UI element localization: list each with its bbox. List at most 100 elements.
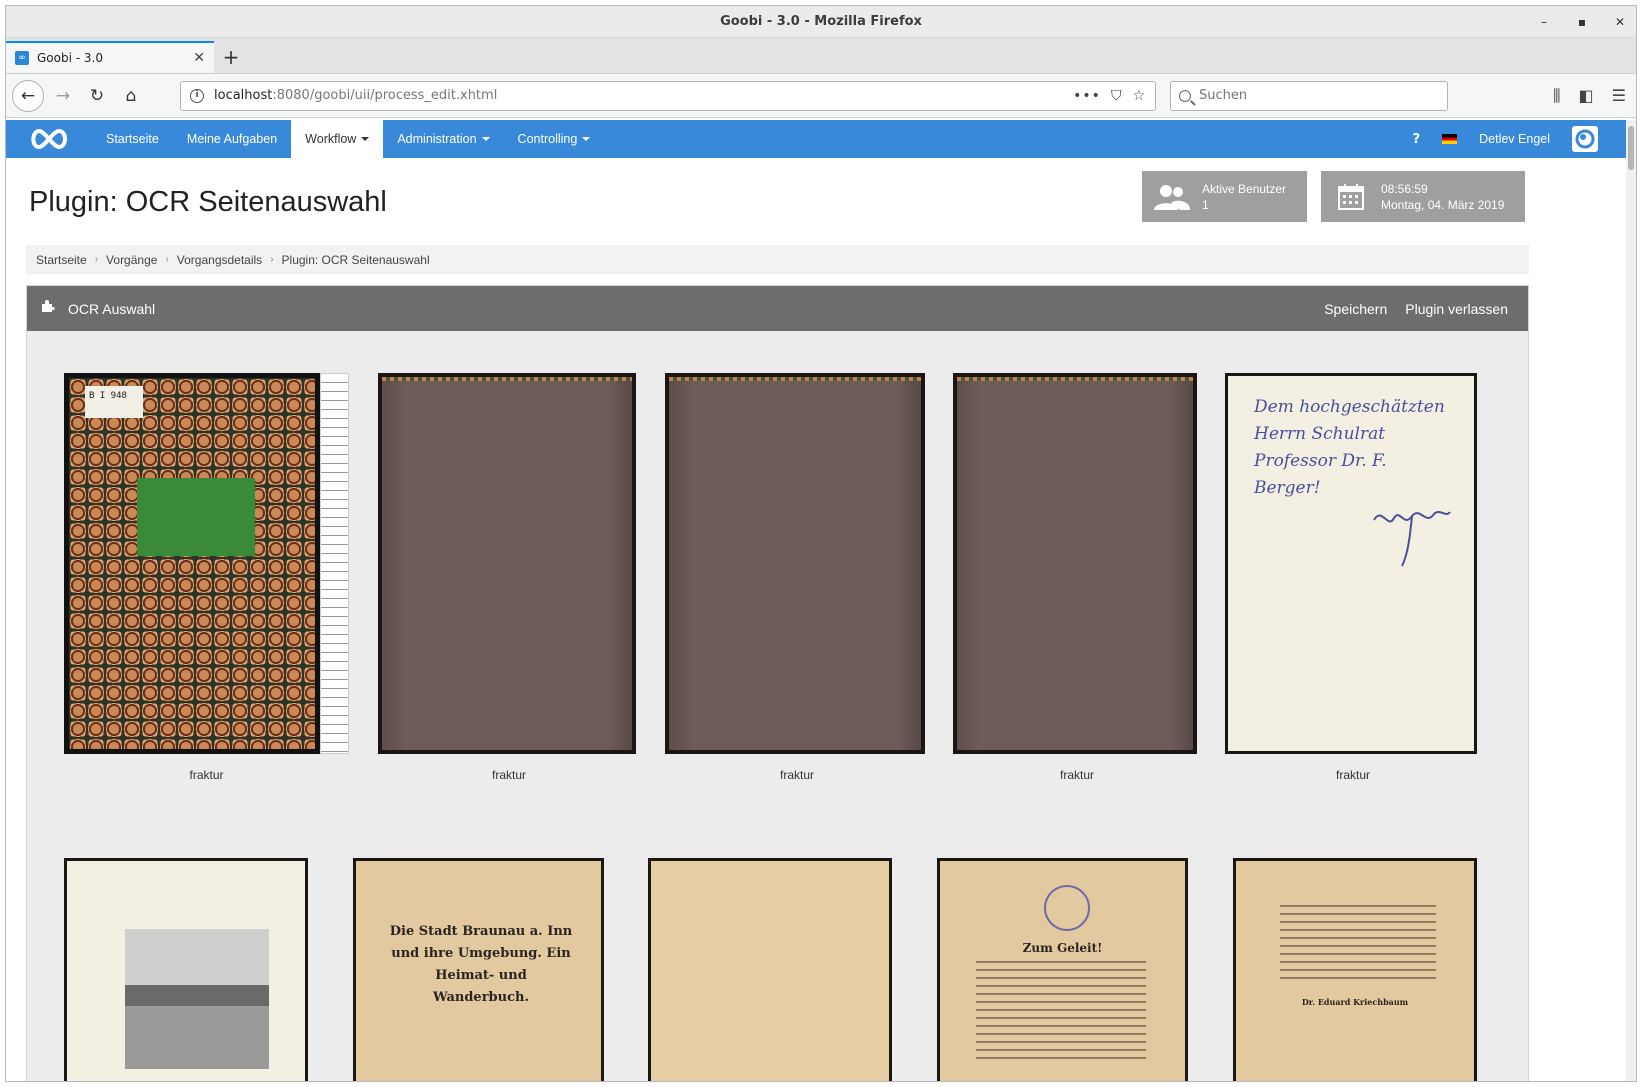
back-button[interactable]: ← <box>12 79 44 112</box>
foreword-heading: Zum Geleit! <box>1022 941 1103 955</box>
library-icon[interactable]: ⫼ <box>1553 86 1560 106</box>
page-thumbnail[interactable]: Dr. Eduard Kriechbaum <box>1233 858 1477 1081</box>
thumbnail-caption: fraktur <box>491 768 526 782</box>
handwritten-dedication: Dem hochgeschätzten Herrn Schulrat Profe… <box>1254 397 1445 498</box>
endpaper-image[interactable] <box>378 373 636 754</box>
stamp-icon <box>1044 885 1090 931</box>
window-titlebar: Goobi - 3.0 - Mozilla Firefox – ▪ ✕ <box>6 6 1636 38</box>
goobi-logo-icon[interactable] <box>6 128 92 150</box>
breadcrumb: Startseite › Vorgänge › Vorgangsdetails … <box>26 245 1529 274</box>
blank-page-image[interactable] <box>648 858 892 1081</box>
chevron-down-icon <box>361 137 370 141</box>
minimize-icon[interactable]: – <box>1538 15 1550 29</box>
breadcrumb-startseite[interactable]: Startseite <box>36 253 87 267</box>
endpaper-image[interactable] <box>665 373 925 754</box>
panel-header: OCR Auswahl Speichern Plugin verlassen <box>27 286 1528 331</box>
maximize-icon[interactable]: ▪ <box>1576 15 1588 29</box>
current-date: Montag, 04. März 2019 <box>1381 197 1505 212</box>
bookmark-star-icon[interactable]: ☆ <box>1132 88 1146 104</box>
breadcrumb-current: Plugin: OCR Seitenauswahl <box>281 252 430 267</box>
signature-image <box>1373 511 1451 567</box>
active-users-count: 1 <box>1202 197 1209 212</box>
date-time-widget: 08:56:59 Montag, 04. März 2019 <box>1321 171 1525 222</box>
url-bar[interactable]: i localhost:8080/goobi/uii/process_edit.… <box>180 80 1156 111</box>
author-signature-text: Dr. Eduard Kriechbaum <box>1301 997 1409 1007</box>
search-input[interactable] <box>1199 88 1419 103</box>
page-thumbnail[interactable]: fraktur <box>953 373 1197 788</box>
chevron-right-icon: › <box>165 254 169 265</box>
scrollbar-thumb[interactable] <box>1628 126 1634 170</box>
browser-tab[interactable]: ∞ Goobi - 3.0 ✕ <box>6 41 214 73</box>
page-thumbnail[interactable] <box>64 858 308 1081</box>
photo-page-image[interactable] <box>64 858 308 1081</box>
chevron-down-icon <box>481 137 490 141</box>
help-icon[interactable]: ? <box>1413 132 1421 147</box>
new-tab-button[interactable]: + <box>214 41 248 73</box>
web-page: Startseite Meine Aufgaben Workflow Admin… <box>6 120 1636 1081</box>
puzzle-icon <box>41 299 55 318</box>
current-time: 08:56:59 <box>1381 181 1428 196</box>
site-info-icon[interactable]: i <box>190 88 204 103</box>
page-title: Plugin: OCR Seitenauswahl <box>29 186 387 218</box>
top-navigation: Startseite Meine Aufgaben Workflow Admin… <box>6 120 1636 158</box>
toolbar-right: ⫼ ◧ ☰ <box>1553 86 1630 106</box>
menu-icon[interactable]: ☰ <box>1612 86 1626 106</box>
calendar-icon <box>1321 183 1381 211</box>
page-actions-icon[interactable]: ••• <box>1073 88 1101 104</box>
foreword-page-image[interactable]: Zum Geleit! <box>937 858 1188 1081</box>
page-thumbnail[interactable]: Dem hochgeschätzten Herrn Schulrat Profe… <box>1225 373 1477 788</box>
active-users-widget[interactable]: Aktive Benutzer 1 <box>1142 171 1307 222</box>
nav-workflow[interactable]: Workflow <box>291 120 384 158</box>
nav-controlling[interactable]: Controlling <box>504 120 605 158</box>
close-tab-icon[interactable]: ✕ <box>193 50 205 66</box>
ruler-image <box>320 373 349 754</box>
cover-image[interactable]: B I 948 <box>64 373 320 754</box>
panel-title: OCR Auswahl <box>68 300 156 317</box>
browser-toolbar: ← → ↻ ⌂ i localhost:8080/goobi/uii/proce… <box>6 74 1636 118</box>
breadcrumb-vorgaenge[interactable]: Vorgänge <box>106 253 157 267</box>
home-button[interactable]: ⌂ <box>116 81 146 111</box>
thumbnail-caption: fraktur <box>189 768 224 782</box>
page-thumbnail[interactable]: fraktur <box>665 373 925 788</box>
thumbnail-caption: fraktur <box>779 768 814 782</box>
thumbnail-caption: fraktur <box>1059 768 1094 782</box>
tab-strip: ∞ Goobi - 3.0 ✕ + <box>6 38 1636 74</box>
forward-button[interactable]: → <box>48 81 78 111</box>
nav-right: ? Detlev Engel <box>1413 126 1636 152</box>
url-text[interactable]: localhost:8080/goobi/uii/process_edit.xh… <box>214 88 1063 103</box>
close-window-icon[interactable]: ✕ <box>1614 15 1626 29</box>
reload-button[interactable]: ↻ <box>82 81 112 111</box>
nav-administration[interactable]: Administration <box>383 120 503 158</box>
shelfmark-label: B I 948 <box>85 386 143 418</box>
endpaper-image[interactable] <box>953 373 1197 754</box>
sidebar-icon[interactable]: ◧ <box>1579 86 1594 106</box>
tab-title: Goobi - 3.0 <box>37 51 103 65</box>
search-bar[interactable] <box>1170 80 1448 111</box>
user-avatar[interactable] <box>1572 126 1598 152</box>
dedication-page-image[interactable]: Dem hochgeschätzten Herrn Schulrat Profe… <box>1225 373 1477 754</box>
window-controls: – ▪ ✕ <box>1538 6 1626 38</box>
nav-meine-aufgaben[interactable]: Meine Aufgaben <box>173 120 291 158</box>
window-title: Goobi - 3.0 - Mozilla Firefox <box>720 14 922 29</box>
nav-startseite[interactable]: Startseite <box>92 120 173 158</box>
browser-window: Goobi - 3.0 - Mozilla Firefox – ▪ ✕ ∞ Go… <box>5 5 1637 1082</box>
text-page-image[interactable]: Dr. Eduard Kriechbaum <box>1233 858 1477 1081</box>
chevron-right-icon: › <box>270 254 274 265</box>
page-thumbnail[interactable] <box>648 858 892 1081</box>
breadcrumb-vorgangsdetails[interactable]: Vorgangsdetails <box>177 253 262 267</box>
page-scrollbar[interactable] <box>1626 120 1636 1081</box>
pocket-icon[interactable]: ⛉ <box>1111 88 1123 104</box>
thumbnail-caption: fraktur <box>1335 768 1370 782</box>
language-flag-icon[interactable] <box>1442 134 1458 144</box>
page-thumbnail[interactable]: Zum Geleit! <box>937 858 1188 1081</box>
leave-plugin-button[interactable]: Plugin verlassen <box>1405 301 1508 317</box>
save-button[interactable]: Speichern <box>1324 301 1387 317</box>
goobi-favicon-icon: ∞ <box>15 51 29 65</box>
chevron-down-icon <box>582 137 591 141</box>
page-thumbnail[interactable]: fraktur <box>378 373 636 788</box>
title-page-image[interactable]: Die Stadt Braunau a. Inn und ihre Umgebu… <box>353 858 604 1081</box>
users-icon <box>1142 183 1202 211</box>
page-thumbnail[interactable]: B I 948 fraktur <box>64 373 349 788</box>
page-thumbnail[interactable]: Die Stadt Braunau a. Inn und ihre Umgebu… <box>353 858 604 1081</box>
user-name[interactable]: Detlev Engel <box>1479 132 1550 146</box>
